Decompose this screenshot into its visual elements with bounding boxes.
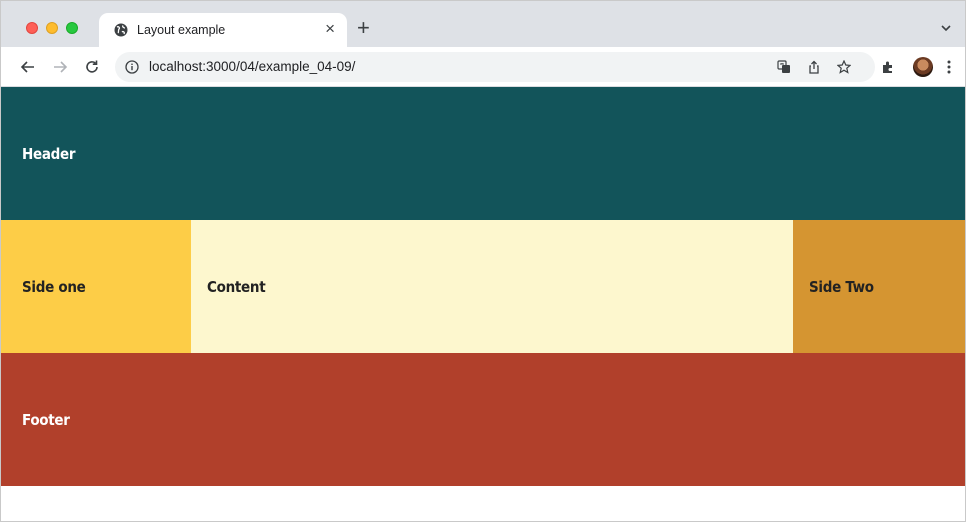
page-content: Header Side one Content Side Two Footer — [1, 87, 965, 521]
content-label: Content — [207, 277, 266, 296]
zoom-window-button[interactable] — [66, 22, 78, 34]
translate-icon[interactable] — [777, 60, 791, 74]
menu-icon[interactable] — [947, 60, 951, 74]
star-icon[interactable] — [837, 60, 851, 74]
header-label: Header — [22, 144, 76, 163]
content-region: Content — [191, 220, 793, 353]
share-icon[interactable] — [807, 60, 821, 74]
chevron-down-icon[interactable] — [941, 23, 951, 33]
extensions-icon[interactable] — [881, 60, 895, 74]
tab-close-icon[interactable]: × — [325, 19, 335, 39]
header-region: Header — [1, 87, 965, 220]
new-tab-button[interactable]: + — [357, 17, 370, 39]
forward-icon[interactable] — [51, 58, 69, 76]
tab-layout-example[interactable]: Layout example × — [99, 13, 347, 47]
side-two-label: Side Two — [809, 277, 874, 296]
close-window-button[interactable] — [26, 22, 38, 34]
reload-icon[interactable] — [83, 58, 101, 76]
url-text[interactable]: localhost:3000/04/example_04-09/ — [149, 59, 355, 74]
footer-label: Footer — [22, 410, 70, 429]
avatar[interactable] — [913, 57, 933, 77]
side-two-region: Side Two — [793, 220, 965, 353]
browser-toolbar: localhost:3000/04/example_04-09/ — [1, 47, 965, 87]
address-bar[interactable]: localhost:3000/04/example_04-09/ — [115, 52, 875, 82]
side-one-region: Side one — [1, 220, 191, 353]
tab-strip: Layout example × + — [1, 1, 965, 47]
minimize-window-button[interactable] — [46, 22, 58, 34]
browser-window: Layout example × + localhost:3000/04/exa… — [0, 0, 966, 522]
back-icon[interactable] — [19, 58, 37, 76]
info-icon[interactable] — [125, 60, 139, 74]
footer-region: Footer — [1, 353, 965, 486]
globe-icon — [114, 23, 128, 37]
tab-title: Layout example — [137, 23, 226, 37]
side-one-label: Side one — [22, 277, 86, 296]
